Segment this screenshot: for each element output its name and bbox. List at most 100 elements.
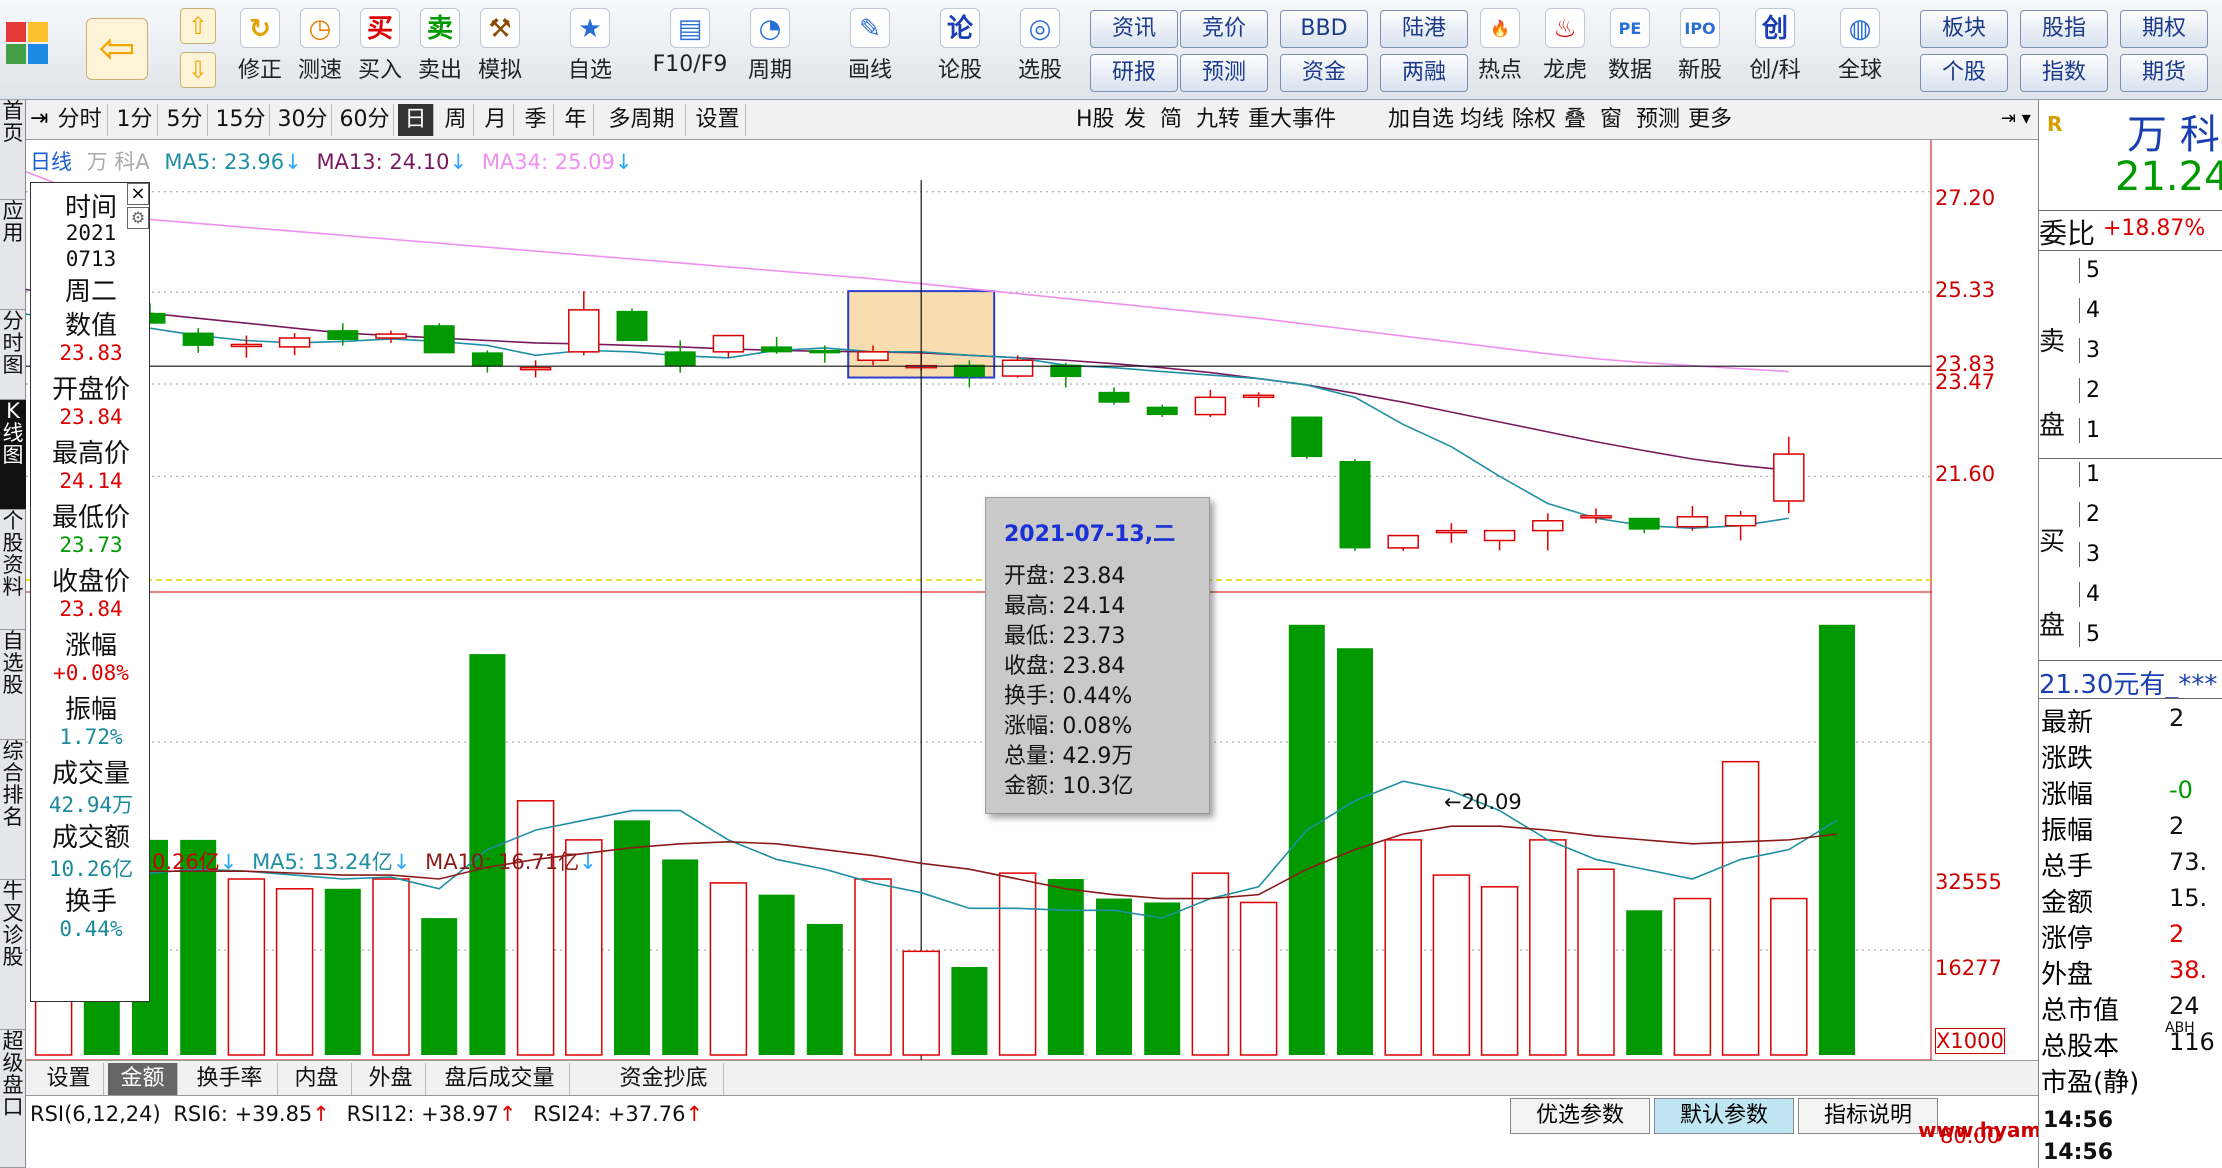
tab-8[interactable]: 月 [478,104,514,136]
pill-top-1[interactable]: 竞价 [1180,10,1268,48]
tooltip-line: 开盘: 23.84 [1004,564,1126,589]
app-logo-icon[interactable] [6,22,50,66]
right-tab-6[interactable]: 均线 [1460,104,1504,136]
pill-top-3[interactable]: 陆港 [1380,10,1468,48]
pill-top-0[interactable]: 资讯 [1090,10,1178,48]
time-2: 14:56 [2043,1140,2114,1165]
tab-4[interactable]: 30分 [274,104,332,136]
toolbar-button-13[interactable]: PE 数据 [1600,6,1660,94]
ma13-label: MA13: 24.10 [316,150,450,174]
toolbar-button-10[interactable]: ◎ 选股 [1010,6,1070,94]
tab-10[interactable]: 年 [558,104,594,136]
left-nav-7[interactable]: 牛叉诊股 [0,880,26,1030]
toolbar-button-3[interactable]: 卖卖出 [410,6,470,94]
indicator-tab-1[interactable]: 金额 [108,1063,178,1095]
param-button-1[interactable]: 默认参数 [1654,1098,1794,1134]
left-nav-6[interactable]: 综合排名 [0,740,26,880]
right-pill-bottom-2[interactable]: 期货 [2120,54,2208,92]
indicator-tab-4[interactable]: 外盘 [356,1063,426,1095]
left-nav-1[interactable]: 应用 [0,200,26,310]
right-pill-top-2[interactable]: 期权 [2120,10,2208,48]
tooltip-date: 2021-07-13,二 [1004,522,1176,547]
play-icon[interactable]: ⇥ [30,106,48,131]
right-tab-7[interactable]: 除权 [1512,104,1556,136]
pill-bottom-0[interactable]: 研报 [1090,54,1178,92]
toolbar-button-16[interactable]: ◍ 全球 [1830,6,1890,94]
right-pill-top-1[interactable]: 股指 [2020,10,2108,48]
tab-0[interactable]: 分时 [52,104,108,136]
toolbar-button-12[interactable]: ♨ 龙虎 [1535,6,1595,94]
star-icon: ★ [570,8,610,48]
right-tab-10[interactable]: 预测 [1636,104,1680,136]
tab-1[interactable]: 1分 [112,104,158,136]
left-vertical-nav: 首页 应用 分时图 K线图 个股资料 自选股 综合排名 牛叉诊股 超级盘口 [0,100,26,1168]
left-nav-8[interactable]: 超级盘口 [0,1030,26,1168]
indicator-tab-3[interactable]: 内盘 [282,1063,352,1095]
toolbar-button-9[interactable]: 论论股 [930,6,990,94]
param-button-2[interactable]: 指标说明 [1798,1098,1938,1134]
cash-info[interactable]: 21.30元有_*** [2039,664,2217,701]
volume-bar-up [1721,760,1760,1056]
right-tab-1[interactable]: 发 [1124,104,1146,136]
buy-level: 3 [2079,542,2100,567]
left-nav-0[interactable]: 首页 [0,100,26,200]
tab-7[interactable]: 周 [438,104,474,136]
left-nav-4[interactable]: 个股资料 [0,510,26,630]
f10-button[interactable]: ▤ F10/F9 [650,6,730,94]
right-tab-8[interactable]: 叠 [1564,104,1586,136]
f10-icon: ▤ [670,8,710,48]
back-arrow-icon[interactable]: ⇦ [86,18,148,80]
param-button-0[interactable]: 优选参数 [1510,1098,1650,1134]
value-label: 数值 [64,311,117,341]
toolbar-button-15[interactable]: 创创/科 [1735,6,1815,94]
toolbar-button-4[interactable]: ⚒ 模拟 [470,6,530,94]
tab-3[interactable]: 15分 [212,104,270,136]
toolbar-button-8[interactable]: ✎ 画线 [840,6,900,94]
up-arrow-icon[interactable]: ⇧ [180,8,216,44]
pill-bottom-1[interactable]: 预测 [1180,54,1268,92]
right-pill-bottom-1[interactable]: 指数 [2020,54,2108,92]
pill-top-2[interactable]: BBD [1280,10,1368,48]
left-nav-3[interactable]: K线图 [0,400,26,510]
toolbar-button-2[interactable]: 买买入 [350,6,410,94]
right-tab-11[interactable]: 更多 [1688,104,1732,136]
tab-5[interactable]: 60分 [336,104,394,136]
toolbar-button-0[interactable]: ↻ 修正 [230,6,290,94]
right-pill-top-0[interactable]: 板块 [1920,10,2008,48]
toolbar-button-1[interactable]: ◷ 测速 [290,6,350,94]
volume-bar-up [998,872,1037,1056]
toolbar-button-14[interactable]: IPO 新股 [1670,6,1730,94]
candle-body-down [664,351,696,367]
right-tab-0[interactable]: H股 [1076,104,1115,136]
left-nav-2[interactable]: 分时图 [0,310,26,400]
right-tab-5[interactable]: 加自选 [1388,104,1454,136]
indicator-tab-2[interactable]: 换手率 [182,1063,278,1095]
right-tab-3[interactable]: 九转 [1196,104,1240,136]
tab-11[interactable]: 多周期 [598,104,686,136]
toolbar-label: 周期 [747,58,792,83]
right-tab-4[interactable]: 重大事件 [1248,104,1336,136]
right-pill-bottom-0[interactable]: 个股 [1920,54,2008,92]
volume-bar-down [662,859,699,1055]
quote-field-label: 振幅 [2041,816,2094,846]
tab-12[interactable]: 设置 [690,104,746,136]
right-tab-2[interactable]: 简 [1160,104,1182,136]
down-arrow-icon[interactable]: ⇩ [180,52,216,88]
right-tab-9[interactable]: 窗 [1600,104,1622,136]
dropdown-arrow-icon[interactable]: ⇥ ▾ [2001,108,2031,129]
tab-9[interactable]: 季 [518,104,554,136]
indicator-tab-6[interactable]: 资金抄底 [574,1063,724,1095]
pill-bottom-2[interactable]: 资金 [1280,54,1368,92]
toolbar-button-5[interactable]: ★ 自选 [560,6,620,94]
left-nav-5[interactable]: 自选股 [0,630,26,740]
toolbar-button-11[interactable]: 🔥 热点 [1470,6,1530,94]
tab-6[interactable]: 日 [398,104,434,136]
pill-bottom-3[interactable]: 两融 [1380,54,1468,92]
tooltip-line: 金额: 10.3亿 [1004,774,1134,799]
toolbar-button-7[interactable]: ◔ 周期 [740,6,800,94]
indicator-tab-bar: 设置 金额 换手率 内盘 外盘 盘后成交量 资金抄底 [26,1060,2038,1096]
indicator-tab-0[interactable]: 设置 [34,1063,104,1095]
volume-bar-down [1288,624,1325,1055]
indicator-tab-5[interactable]: 盘后成交量 [430,1063,570,1095]
tab-2[interactable]: 5分 [162,104,208,136]
